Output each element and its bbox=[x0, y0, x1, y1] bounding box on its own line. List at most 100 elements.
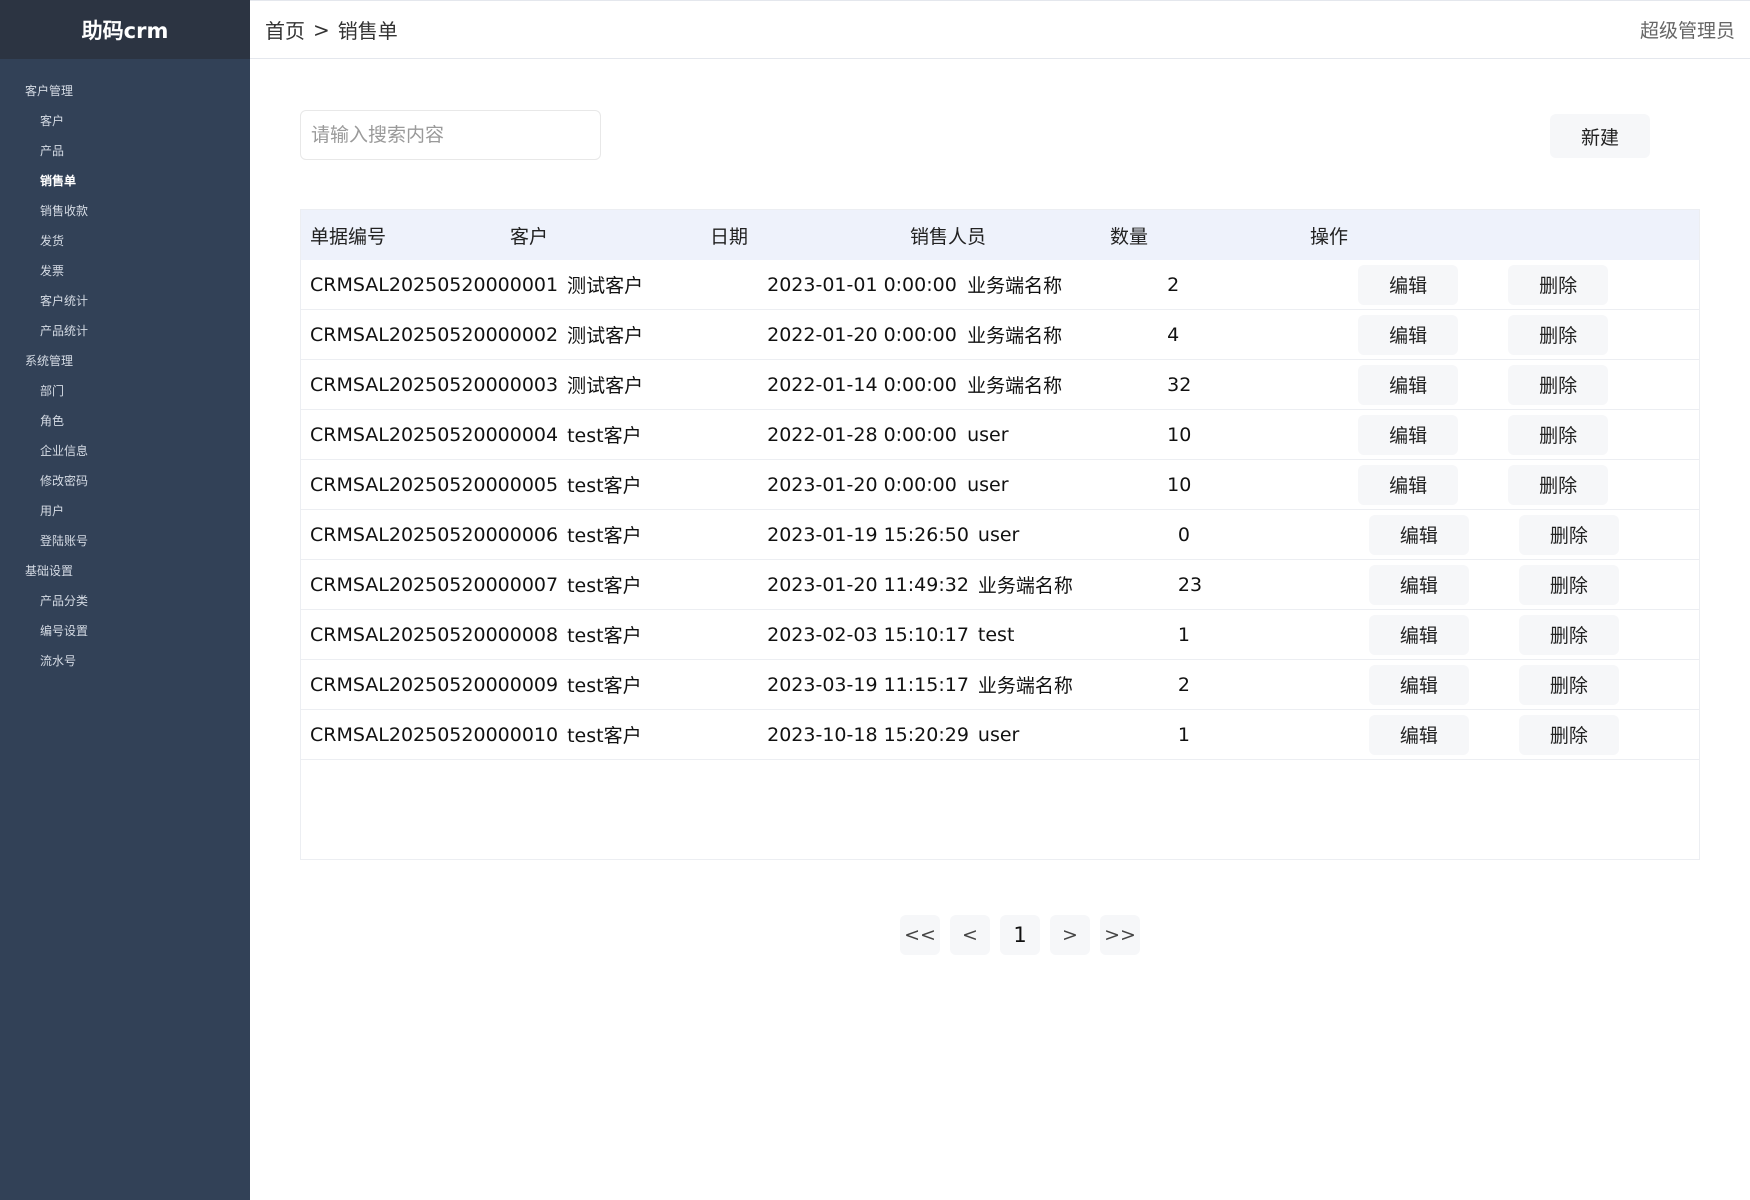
edit-button[interactable]: 编辑 bbox=[1358, 414, 1459, 455]
cell-actions: 编辑 删除 bbox=[1358, 464, 1699, 505]
cell-date: 2022-01-14 0:00:00 bbox=[767, 373, 957, 396]
cell-date: 2023-10-18 15:20:29 bbox=[767, 723, 969, 746]
cell-code: CRMSAL20250520000008 bbox=[310, 623, 559, 646]
cell-code: CRMSAL20250520000004 bbox=[310, 423, 559, 446]
sidebar-item-13[interactable]: 修改密码 bbox=[0, 465, 250, 495]
cell-date: 2023-01-01 0:00:00 bbox=[767, 273, 957, 296]
current-page-button[interactable]: 1 bbox=[1000, 915, 1040, 955]
cell-customer: 测试客户 bbox=[567, 275, 644, 297]
edit-button[interactable]: 编辑 bbox=[1368, 564, 1469, 605]
edit-button[interactable]: 编辑 bbox=[1368, 714, 1469, 755]
edit-button[interactable]: 编辑 bbox=[1358, 264, 1459, 305]
cell-sales: 业务端名称 bbox=[977, 575, 1073, 597]
delete-button[interactable]: 删除 bbox=[1508, 414, 1609, 455]
edit-button[interactable]: 编辑 bbox=[1358, 464, 1459, 505]
sidebar-item-14[interactable]: 用户 bbox=[0, 495, 250, 525]
cell-code: CRMSAL20250520000006 bbox=[310, 523, 559, 546]
column-header-date: 日期 bbox=[710, 225, 749, 248]
cell-quantity: 1 bbox=[1177, 723, 1190, 746]
sidebar-item-11[interactable]: 角色 bbox=[0, 405, 250, 435]
top-header: 首页 > 销售单 超级管理员 bbox=[250, 0, 1750, 59]
cell-sales: 业务端名称 bbox=[967, 375, 1063, 397]
sidebar-item-19[interactable]: 流水号 bbox=[0, 645, 250, 675]
main-content: 新建 单据编号 客户 日期 销售人员 数量 操作 CRMSAL202505200… bbox=[250, 60, 1750, 1200]
sales-table: 单据编号 客户 日期 销售人员 数量 操作 CRMSAL202505200000… bbox=[300, 209, 1700, 860]
delete-button[interactable]: 删除 bbox=[1508, 314, 1609, 355]
first-page-button[interactable]: << bbox=[900, 915, 940, 955]
sidebar-group-9[interactable]: 系统管理 bbox=[0, 345, 250, 375]
delete-button[interactable]: 删除 bbox=[1508, 364, 1609, 405]
edit-button[interactable]: 编辑 bbox=[1368, 614, 1469, 655]
edit-button[interactable]: 编辑 bbox=[1368, 514, 1469, 555]
sidebar-group-16[interactable]: 基础设置 bbox=[0, 555, 250, 585]
cell-quantity: 2 bbox=[1177, 673, 1190, 696]
cell-date: 2023-01-20 0:00:00 bbox=[767, 473, 957, 496]
table-row: CRMSAL20250520000010 test客户 2023-10-18 15:… bbox=[301, 710, 1699, 760]
cell-date: 2022-01-20 0:00:00 bbox=[767, 323, 957, 346]
delete-button[interactable]: 删除 bbox=[1508, 464, 1609, 505]
cell-quantity: 1 bbox=[1177, 623, 1190, 646]
delete-button[interactable]: 删除 bbox=[1518, 664, 1619, 705]
sidebar-item-3[interactable]: 销售单 bbox=[0, 165, 250, 195]
search-input[interactable] bbox=[300, 110, 601, 160]
edit-button[interactable]: 编辑 bbox=[1368, 664, 1469, 705]
sidebar-item-2[interactable]: 产品 bbox=[0, 135, 250, 165]
cell-code: CRMSAL20250520000005 bbox=[310, 473, 559, 496]
cell-quantity: 2 bbox=[1167, 273, 1180, 296]
table-body: CRMSAL20250520000001 测试客户 2023-01-01 0:00:… bbox=[301, 260, 1699, 760]
table-row: CRMSAL20250520000003 测试客户 2022-01-14 0:00:… bbox=[301, 360, 1699, 410]
last-page-button[interactable]: >> bbox=[1100, 915, 1140, 955]
cell-date: 2023-01-19 15:26:50 bbox=[767, 523, 969, 546]
cell-sales: 业务端名称 bbox=[967, 275, 1063, 297]
cell-customer: test客户 bbox=[567, 475, 642, 497]
delete-button[interactable]: 删除 bbox=[1518, 614, 1619, 655]
cell-actions: 编辑 删除 bbox=[1368, 514, 1699, 555]
cell-actions: 编辑 删除 bbox=[1358, 264, 1699, 305]
table-row: CRMSAL20250520000002 测试客户 2022-01-20 0:00:… bbox=[301, 310, 1699, 360]
column-header-customer: 客户 bbox=[510, 225, 549, 248]
column-header-actions: 操作 bbox=[1310, 225, 1349, 248]
cell-quantity: 32 bbox=[1167, 373, 1192, 396]
sidebar-item-1[interactable]: 客户 bbox=[0, 105, 250, 135]
new-button[interactable]: 新建 bbox=[1550, 114, 1650, 158]
prev-page-button[interactable]: < bbox=[950, 915, 990, 955]
cell-customer: test客户 bbox=[567, 575, 642, 597]
delete-button[interactable]: 删除 bbox=[1508, 264, 1609, 305]
cell-code: CRMSAL20250520000002 bbox=[310, 323, 559, 346]
cell-actions: 编辑 删除 bbox=[1358, 314, 1699, 355]
delete-button[interactable]: 删除 bbox=[1518, 714, 1619, 755]
cell-sales: user bbox=[967, 473, 1009, 496]
sidebar-item-18[interactable]: 编号设置 bbox=[0, 615, 250, 645]
table-row: CRMSAL20250520000007 test客户 2023-01-20 11:… bbox=[301, 560, 1699, 610]
cell-code: CRMSAL20250520000003 bbox=[310, 373, 559, 396]
delete-button[interactable]: 删除 bbox=[1518, 564, 1619, 605]
breadcrumb-home[interactable]: 首页 bbox=[265, 15, 305, 44]
edit-button[interactable]: 编辑 bbox=[1358, 364, 1459, 405]
cell-actions: 编辑 删除 bbox=[1358, 414, 1699, 455]
sidebar-item-12[interactable]: 企业信息 bbox=[0, 435, 250, 465]
cell-customer: test客户 bbox=[567, 425, 642, 447]
sidebar-item-10[interactable]: 部门 bbox=[0, 375, 250, 405]
cell-quantity: 4 bbox=[1167, 323, 1180, 346]
edit-button[interactable]: 编辑 bbox=[1358, 314, 1459, 355]
sidebar-item-7[interactable]: 客户统计 bbox=[0, 285, 250, 315]
cell-customer: 测试客户 bbox=[567, 325, 644, 347]
cell-code: CRMSAL20250520000010 bbox=[310, 723, 559, 746]
next-page-button[interactable]: > bbox=[1050, 915, 1090, 955]
cell-date: 2023-03-19 11:15:17 bbox=[767, 673, 969, 696]
cell-actions: 编辑 删除 bbox=[1368, 664, 1699, 705]
delete-button[interactable]: 删除 bbox=[1518, 514, 1619, 555]
table-row: CRMSAL20250520000001 测试客户 2023-01-01 0:00:… bbox=[301, 260, 1699, 310]
breadcrumb: 首页 > 销售单 bbox=[265, 15, 398, 44]
cell-code: CRMSAL20250520000007 bbox=[310, 573, 559, 596]
sidebar-item-6[interactable]: 发票 bbox=[0, 255, 250, 285]
user-menu[interactable]: 超级管理员 bbox=[1640, 16, 1735, 43]
sidebar-item-8[interactable]: 产品统计 bbox=[0, 315, 250, 345]
sidebar-item-17[interactable]: 产品分类 bbox=[0, 585, 250, 615]
sidebar-item-5[interactable]: 发货 bbox=[0, 225, 250, 255]
cell-customer: test客户 bbox=[567, 725, 642, 747]
sidebar-item-4[interactable]: 销售收款 bbox=[0, 195, 250, 225]
table-row: CRMSAL20250520000006 test客户 2023-01-19 15:… bbox=[301, 510, 1699, 560]
sidebar-group-0[interactable]: 客户管理 bbox=[0, 75, 250, 105]
sidebar-item-15[interactable]: 登陆账号 bbox=[0, 525, 250, 555]
